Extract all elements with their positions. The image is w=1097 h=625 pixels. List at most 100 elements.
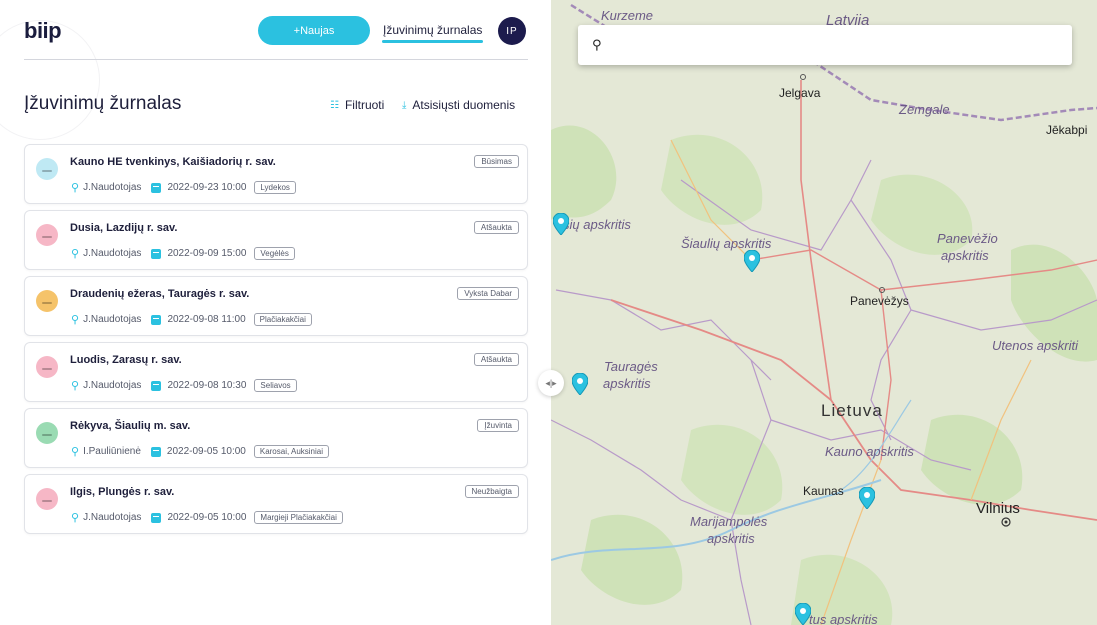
calendar-icon xyxy=(151,314,162,325)
active-tab-indicator xyxy=(382,40,483,43)
map-label-siauliu: Šiaulių apskritis xyxy=(681,236,772,251)
event-datetime: 2022-09-05 10:00 xyxy=(167,512,247,523)
event-user: J.Naudotojas xyxy=(83,182,142,193)
fish-tag: Lydekos xyxy=(254,181,296,194)
event-meta: ⚲ J.Naudotojas 2022-09-05 10:00 Margieji… xyxy=(71,511,343,524)
user-icon: ⚲ xyxy=(71,512,80,524)
status-badge: Atšaukta xyxy=(473,221,519,234)
filter-label: Filtruoti xyxy=(344,98,385,112)
search-icon: ⚲ xyxy=(592,37,602,52)
map-label-kurzeme: Kurzeme xyxy=(601,8,654,23)
map-label-kaunas: Kaunas xyxy=(803,484,844,498)
map-label-taurages-1: Tauragės xyxy=(604,359,658,374)
event-card[interactable]: Kauno HE tvenkinys, Kaišiadorių r. sav. … xyxy=(24,144,528,204)
map-pin[interactable] xyxy=(859,487,875,509)
resize-arrows-icon: ◂|▸ xyxy=(545,377,557,388)
status-badge: Būsimas xyxy=(474,155,519,168)
map-search-input[interactable] xyxy=(614,33,1054,57)
calendar-icon xyxy=(151,182,162,193)
event-name: Dusia, Lazdijų r. sav. xyxy=(70,222,178,234)
event-name: Kauno HE tvenkinys, Kaišiadorių r. sav. xyxy=(70,156,276,168)
map-label-vilnius: Vilnius xyxy=(976,500,1020,517)
fish-tag: Karosai, Auksiniai xyxy=(253,445,330,458)
fish-tag: Seliavos xyxy=(254,379,297,392)
map-label-marijampoles-2: apskritis xyxy=(707,531,755,546)
filter-button[interactable]: ☷ Filtruoti xyxy=(330,98,384,112)
event-datetime: 2022-09-09 15:00 xyxy=(167,248,247,259)
event-card[interactable]: Draudenių ežeras, Tauragės r. sav. ⚲ J.N… xyxy=(24,276,528,336)
map-view[interactable]: Kurzeme Latvija Jelgava Zemgale Jēkabpi … xyxy=(551,0,1097,625)
event-name: Ilgis, Plungės r. sav. xyxy=(70,486,175,498)
download-label: Atsisiųsti duomenis xyxy=(412,98,516,112)
map-label-jekabpils: Jēkabpi xyxy=(1046,123,1088,137)
download-button[interactable]: ⤓ Atsisiųsti duomenis xyxy=(402,98,515,112)
journal-nav-link[interactable]: Įžuvinimų žurnalas xyxy=(383,23,482,37)
event-card[interactable]: Ilgis, Plungės r. sav. ⚲ J.Naudotojas 20… xyxy=(24,474,528,534)
fish-tag: Margieji Plačiakakčiai xyxy=(254,511,343,524)
event-meta: ⚲ J.Naudotojas 2022-09-23 10:00 Lydekos xyxy=(71,181,296,194)
status-badge: Vyksta Dabar xyxy=(457,287,519,300)
fish-icon xyxy=(36,224,58,246)
fish-icon xyxy=(36,422,58,444)
event-user: I.Pauliūnienė xyxy=(83,446,141,457)
user-icon: ⚲ xyxy=(71,446,80,458)
map-label-marijampoles-1: Marijampolės xyxy=(690,514,768,529)
fish-icon xyxy=(36,356,58,378)
user-icon: ⚲ xyxy=(71,314,80,326)
map-canvas xyxy=(551,0,1097,625)
event-datetime: 2022-09-08 10:30 xyxy=(167,380,247,391)
map-label-panevezio-2: apskritis xyxy=(941,248,989,263)
map-pin[interactable] xyxy=(572,373,588,395)
user-avatar[interactable]: IP xyxy=(498,17,526,45)
map-label-taurages-2: apskritis xyxy=(603,376,651,391)
new-event-button[interactable]: +Naujas xyxy=(258,16,370,45)
map-label-alytaus: tus apskritis xyxy=(809,612,878,625)
map-label-zemgale: Zemgale xyxy=(899,102,950,117)
event-card[interactable]: Luodis, Zarasų r. sav. ⚲ J.Naudotojas 20… xyxy=(24,342,528,402)
map-label-siau-left: šių apskritis xyxy=(563,217,631,232)
calendar-icon xyxy=(151,380,162,391)
map-label-utenos: Utenos apskriti xyxy=(992,338,1078,353)
fish-tag: Plačiakakčiai xyxy=(253,313,312,326)
event-datetime: 2022-09-05 10:00 xyxy=(166,446,246,457)
map-pin[interactable] xyxy=(795,603,811,625)
event-meta: ⚲ J.Naudotojas 2022-09-09 15:00 Vegėlės xyxy=(71,247,295,260)
event-meta: ⚲ I.Pauliūnienė 2022-09-05 10:00 Karosai… xyxy=(71,445,330,458)
map-search-box[interactable]: ⚲ xyxy=(578,25,1072,65)
biip-logo[interactable]: biip xyxy=(24,18,62,44)
map-pin[interactable] xyxy=(744,250,760,272)
event-user: J.Naudotojas xyxy=(83,512,142,523)
calendar-icon xyxy=(150,446,161,457)
status-badge: Atšaukta xyxy=(473,353,519,366)
fish-icon xyxy=(36,488,58,510)
journal-panel: biip +Naujas Įžuvinimų žurnalas IP Įžuvi… xyxy=(0,0,551,625)
download-icon: ⤓ xyxy=(402,99,407,111)
user-icon: ⚲ xyxy=(71,248,80,260)
calendar-icon xyxy=(151,512,162,523)
event-name: Draudenių ežeras, Tauragės r. sav. xyxy=(70,288,250,300)
status-badge: Neužbaigta xyxy=(464,485,519,498)
map-label-jelgava: Jelgava xyxy=(779,86,821,100)
event-card[interactable]: Rėkyva, Šiaulių m. sav. ⚲ I.Pauliūnienė … xyxy=(24,408,528,468)
fish-tag: Vegėlės xyxy=(254,247,295,260)
map-label-kauno: Kauno apskritis xyxy=(825,444,914,459)
map-pin[interactable] xyxy=(553,213,569,235)
event-name: Luodis, Zarasų r. sav. xyxy=(70,354,182,366)
map-label-lietuva: Lietuva xyxy=(821,401,883,420)
event-datetime: 2022-09-08 11:00 xyxy=(167,314,246,325)
map-label-panevezio-1: Panevėžio xyxy=(937,231,998,246)
event-user: J.Naudotojas xyxy=(83,380,142,391)
event-card[interactable]: Dusia, Lazdijų r. sav. ⚲ J.Naudotojas 20… xyxy=(24,210,528,270)
fish-icon xyxy=(36,290,58,312)
fish-icon xyxy=(36,158,58,180)
top-navigation: biip +Naujas Įžuvinimų žurnalas IP xyxy=(24,14,528,60)
filter-icon: ☷ xyxy=(330,99,339,111)
page-title: Įžuvinimų žurnalas xyxy=(24,93,182,114)
event-meta: ⚲ J.Naudotojas 2022-09-08 11:00 Plačiaka… xyxy=(71,313,312,326)
status-badge: Įžuvinta xyxy=(477,419,519,432)
user-icon: ⚲ xyxy=(71,380,80,392)
logo-text: biip xyxy=(24,18,62,43)
event-name: Rėkyva, Šiaulių m. sav. xyxy=(70,420,191,432)
event-user: J.Naudotojas xyxy=(83,248,142,259)
panel-resize-handle[interactable]: ◂|▸ xyxy=(538,370,564,396)
